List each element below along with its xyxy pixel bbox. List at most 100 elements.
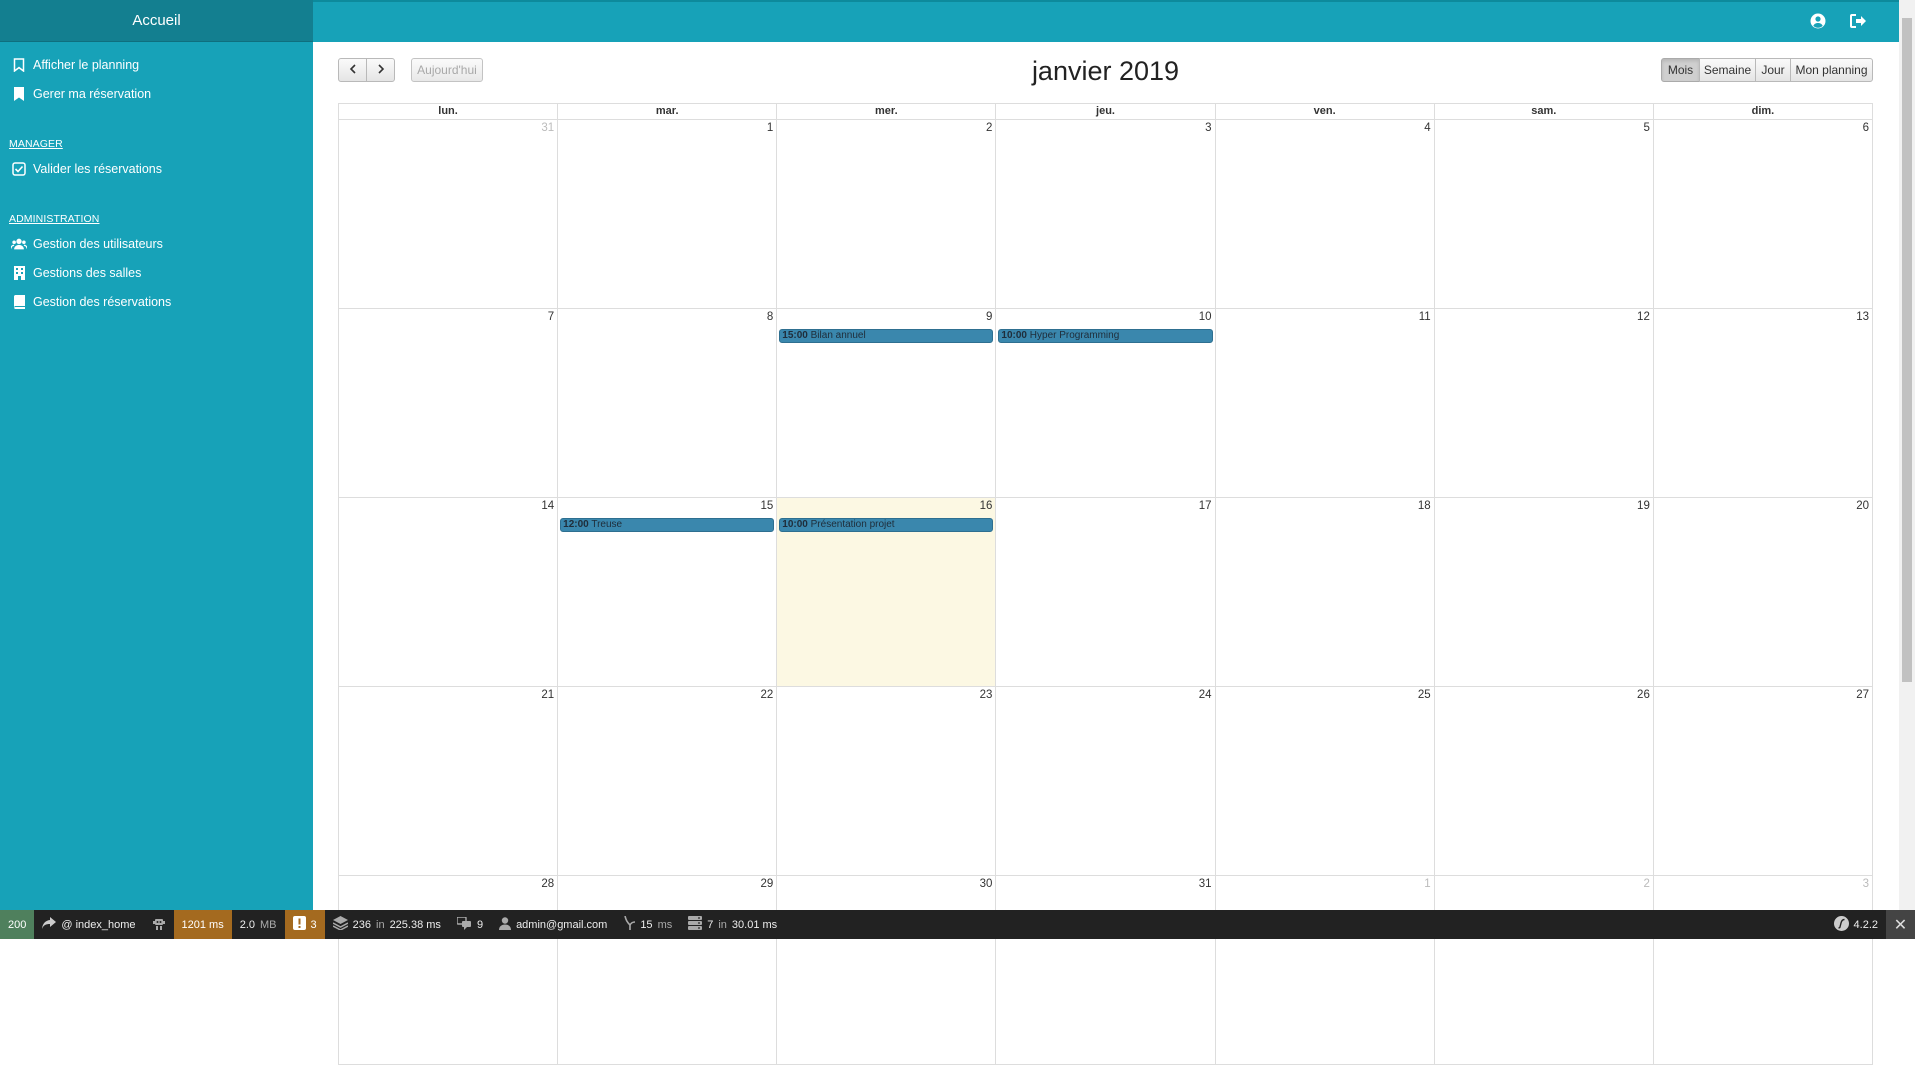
event-time: 10:00 <box>1001 330 1027 341</box>
layers-icon <box>333 916 348 933</box>
day-number: 11 <box>1419 311 1431 323</box>
sidebar-item-valider-reservations[interactable]: Valider les réservations <box>0 154 313 183</box>
scrollbar-thumb[interactable] <box>1902 18 1912 682</box>
day-number: 25 <box>1418 689 1431 701</box>
day-of-week-header-cell: jeu. <box>996 104 1215 120</box>
day-number: 14 <box>541 500 554 512</box>
sidebar-nav: Afficher le planning Gerer ma réservatio… <box>0 42 313 316</box>
day-cell[interactable]: 13 <box>1654 309 1873 498</box>
day-cell[interactable]: 2 <box>1435 876 1654 1065</box>
day-cell[interactable]: 19 <box>1435 498 1654 687</box>
view-my-planning-button[interactable]: Mon planning <box>1790 58 1873 82</box>
sidebar-item-gestion-utilisateurs[interactable]: Gestion des utilisateurs <box>0 229 313 258</box>
day-cell[interactable]: 31 <box>339 120 558 309</box>
day-of-week-header-cell: sam. <box>1435 104 1654 120</box>
day-cell[interactable]: 11 <box>1216 309 1435 498</box>
view-week-button[interactable]: Semaine <box>1699 58 1756 82</box>
day-number: 6 <box>1863 122 1869 134</box>
day-cell[interactable]: 21 <box>339 687 558 876</box>
sign-out-icon[interactable] <box>1849 12 1867 30</box>
user-circle-icon[interactable] <box>1809 12 1827 30</box>
day-number: 13 <box>1856 311 1869 323</box>
week-row: 28 29 30 31 123 <box>339 876 1873 1065</box>
page-scrollbar[interactable] <box>1899 0 1915 910</box>
view-day-button[interactable]: Jour <box>1755 58 1791 82</box>
day-cell[interactable]: 12 <box>1435 309 1654 498</box>
day-cell[interactable]: 24 <box>996 687 1215 876</box>
day-cell[interactable]: 29 <box>558 876 777 1065</box>
symfony-version-item[interactable]: 4.2.2 <box>1826 910 1886 939</box>
day-cell[interactable]: 28 <box>339 876 558 1065</box>
calendar-toolbar: Aujourd'hui janvier 2019 Mois Semaine Jo… <box>338 55 1873 103</box>
calendar-event[interactable]: 12:00 Treuse <box>560 518 774 532</box>
user-item[interactable]: admin@gmail.com <box>491 910 615 939</box>
day-number: 19 <box>1637 500 1650 512</box>
day-cell[interactable]: 1 <box>558 120 777 309</box>
event-title: Présentation projet <box>811 519 895 530</box>
sidebar-item-afficher-planning[interactable]: Afficher le planning <box>0 50 313 79</box>
time-item[interactable]: 1201 ms <box>174 910 232 939</box>
day-number: 8 <box>767 311 773 323</box>
day-cell[interactable]: 8 <box>558 309 777 498</box>
day-cell[interactable]: 22 <box>558 687 777 876</box>
day-cell[interactable]: 7 <box>339 309 558 498</box>
sidebar-item-gestion-salles[interactable]: Gestions des salles <box>0 258 313 287</box>
day-number: 31 <box>1199 878 1212 890</box>
view-month-button[interactable]: Mois <box>1661 58 1700 82</box>
week-row: 31 12345 6 <box>339 120 1873 309</box>
day-cell[interactable]: 27 <box>1654 687 1873 876</box>
day-cell[interactable]: 5 <box>1435 120 1654 309</box>
status-code-badge[interactable]: 200 <box>0 910 34 939</box>
calendar-event[interactable]: 10:00 Présentation projet <box>779 518 993 532</box>
sidebar-home-link[interactable]: Accueil <box>0 0 313 42</box>
day-cell[interactable]: 3 <box>1654 876 1873 1065</box>
calendar-event[interactable]: 15:00 Bilan annuel <box>779 329 993 343</box>
database-item[interactable]: 7in30.01 ms <box>680 910 785 939</box>
day-cell[interactable]: 23 <box>777 687 996 876</box>
day-cell-today[interactable]: 16 10:00 Présentation projet <box>777 498 996 687</box>
day-cell[interactable]: 25 <box>1216 687 1435 876</box>
cache-item[interactable]: 236in225.38 ms <box>325 910 449 939</box>
sidebar-item-gestion-reservations[interactable]: Gestion des réservations <box>0 287 313 316</box>
day-cell[interactable]: 3 <box>996 120 1215 309</box>
day-cell[interactable]: 915:00 Bilan annuel <box>777 309 996 498</box>
forms-item[interactable]: 9 <box>449 910 491 939</box>
day-cell[interactable]: 10 10:00 Hyper Programming <box>996 309 1215 498</box>
day-number: 20 <box>1856 500 1869 512</box>
event-time: 10:00 <box>782 519 808 530</box>
week-row: 14 1512:00 Treuse 16 10:00 Présentation pro… <box>339 498 1873 687</box>
day-cell[interactable]: 31 <box>996 876 1215 1065</box>
sidebar-item-gerer-reservation[interactable]: Gerer ma réservation <box>0 79 313 108</box>
close-toolbar-button[interactable]: ✕ <box>1886 910 1915 939</box>
day-cell[interactable]: 6 <box>1654 120 1873 309</box>
twig-item[interactable]: 15ms <box>615 910 680 939</box>
day-number: 1 <box>1424 878 1430 890</box>
building-icon <box>11 265 27 281</box>
day-cell[interactable]: 18 <box>1216 498 1435 687</box>
day-cell[interactable]: 30 <box>777 876 996 1065</box>
day-cell[interactable]: 17 <box>996 498 1215 687</box>
day-number: 10 <box>1199 311 1212 323</box>
user-icon <box>499 917 511 933</box>
warnings-item[interactable]: 3 <box>285 910 325 939</box>
route-item[interactable]: @ index_home <box>34 910 143 939</box>
day-cell[interactable]: 26 <box>1435 687 1654 876</box>
day-cell[interactable]: 1 <box>1216 876 1435 1065</box>
week-row: 7 8 915:00 Bilan annuel 10 10:00 Hyper Progr… <box>339 309 1873 498</box>
memory-item[interactable]: 2.0MB <box>232 910 285 939</box>
day-number: 31 <box>541 122 554 134</box>
calendar-event[interactable]: 10:00 Hyper Programming <box>998 329 1212 343</box>
ajax-item[interactable] <box>144 910 174 939</box>
day-cell[interactable]: 2 <box>777 120 996 309</box>
event-time: 12:00 <box>563 519 589 530</box>
day-cell[interactable]: 14 <box>339 498 558 687</box>
bookmark-outline-icon <box>11 57 27 73</box>
day-cell[interactable]: 20 <box>1654 498 1873 687</box>
day-number: 17 <box>1199 500 1212 512</box>
day-cell[interactable]: 1512:00 Treuse <box>558 498 777 687</box>
day-cell[interactable]: 4 <box>1216 120 1435 309</box>
day-number: 16 <box>980 500 993 512</box>
book-icon <box>11 294 27 310</box>
day-number: 29 <box>760 878 773 890</box>
users-icon <box>11 236 27 252</box>
